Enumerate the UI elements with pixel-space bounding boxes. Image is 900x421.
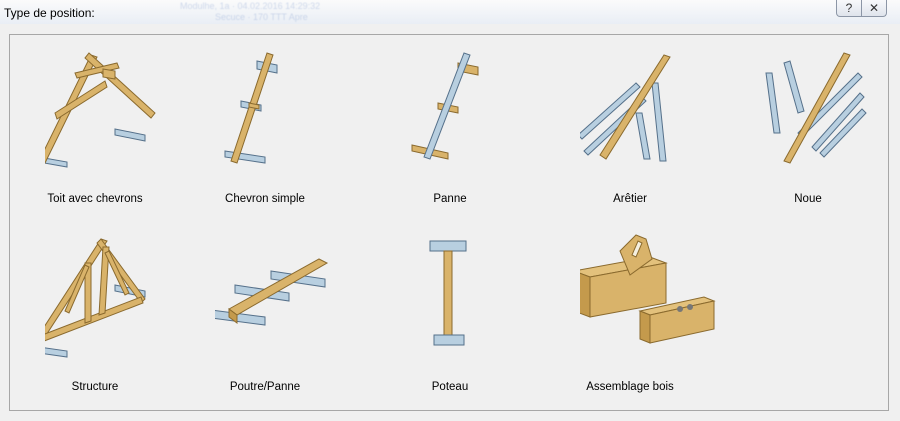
close-icon: ✕: [868, 1, 880, 15]
item-noue[interactable]: Noue: [723, 43, 893, 213]
beam-purlin-icon: [215, 258, 329, 326]
item-label: Arêtier: [613, 193, 647, 205]
hip-rafter-icon: [580, 54, 671, 162]
item-label: Toit avec chevrons: [47, 193, 143, 205]
valley-rafter-icon: [765, 52, 867, 164]
title-bar: Type de position: Modulhe, 1a · 04.02.20…: [0, 0, 900, 24]
post-icon: [429, 240, 467, 346]
purlin-icon: [411, 52, 479, 160]
item-label: Structure: [71, 381, 119, 393]
item-aretier[interactable]: Arêtier: [545, 43, 715, 213]
truss-structure-icon: [45, 238, 146, 358]
close-button[interactable]: ✕: [861, 0, 887, 17]
item-structure[interactable]: Structure: [10, 231, 180, 401]
item-panne[interactable]: Panne: [365, 43, 535, 213]
item-label: Poutre/Panne: [229, 381, 301, 393]
help-button[interactable]: ?: [836, 0, 862, 17]
background-ghost-text: Secuce · 170 TTT Apre: [215, 12, 308, 22]
item-label: Panne: [433, 193, 467, 205]
item-label: Noue: [794, 193, 822, 205]
item-poutre-panne[interactable]: Poutre/Panne: [180, 231, 350, 401]
window-title: Type de position:: [4, 6, 95, 20]
item-poteau[interactable]: Poteau: [365, 231, 535, 401]
item-label: Poteau: [431, 381, 469, 393]
single-rafter-icon: [224, 52, 278, 164]
position-type-panel: Toit avec chevrons Chevron simple Panne: [9, 34, 889, 411]
item-chevron-simple[interactable]: Chevron simple: [180, 43, 350, 213]
item-label: Chevron simple: [225, 193, 305, 205]
background-ghost-text: Modulhe, 1a · 04.02.2016 14:29:32: [180, 1, 321, 11]
rafter-roof-icon: [45, 52, 156, 168]
item-assemblage-bois[interactable]: Assemblage bois: [545, 231, 716, 401]
help-icon: ?: [845, 1, 853, 15]
item-label: Assemblage bois: [586, 381, 674, 393]
item-toit-avec-chevrons[interactable]: Toit avec chevrons: [10, 43, 180, 213]
timber-joint-icon: [580, 234, 716, 344]
